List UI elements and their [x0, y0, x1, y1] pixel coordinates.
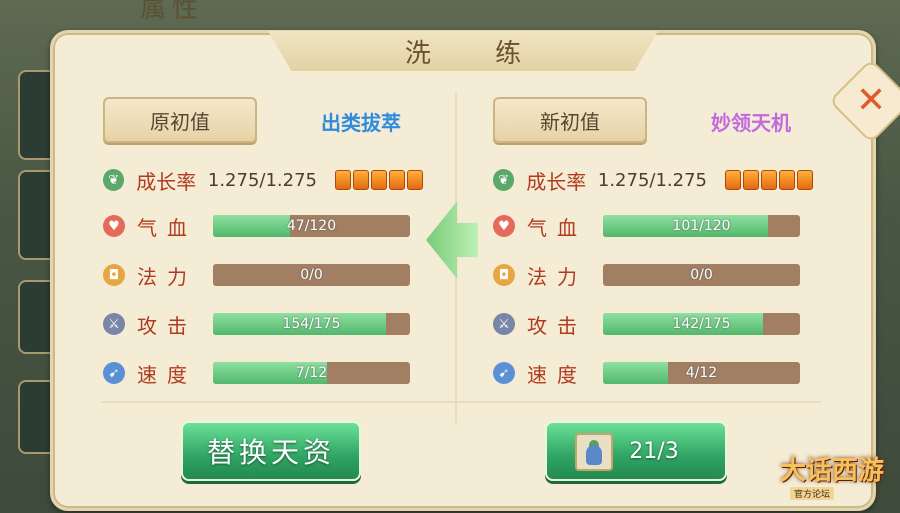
growth-row: ❦ 成长率 1.275/1.275 [103, 165, 423, 195]
close-icon: ✕ [855, 79, 887, 121]
game-logo-sub: 官方论坛 [790, 487, 835, 500]
sword-icon: ⚔ [103, 313, 125, 335]
refine-count-button[interactable]: 21/3 [545, 421, 727, 481]
star-icon [743, 170, 759, 190]
stat-bar: 142/175 [603, 313, 800, 335]
stat-label: 速度 [137, 362, 197, 387]
stat-label: 速度 [527, 362, 587, 387]
stat-label: 攻击 [137, 313, 197, 338]
star-icon [389, 170, 405, 190]
growth-label: 成长率 [526, 169, 587, 194]
stat-row-hp: ♥ 气血 101/120 [493, 211, 813, 241]
original-values-button[interactable]: 原初值 [103, 97, 257, 143]
stat-label: 法力 [137, 264, 197, 289]
stat-value: 142/175 [672, 316, 731, 332]
stat-row-speed: ➹ 速度 4/12 [493, 358, 813, 388]
mana-icon: ◘ [493, 264, 515, 286]
speed-icon: ➹ [493, 362, 515, 384]
stat-label: 攻击 [527, 313, 587, 338]
stat-row-speed: ➹ 速度 7/12 [103, 358, 423, 388]
stat-bar: 0/0 [603, 264, 800, 286]
refine-dialog: 洗 练 原初值 出类拔萃 ❦ 成长率 1.275/1.275 ♥ 气血 47/1… [50, 30, 900, 511]
growth-stars [335, 170, 423, 190]
star-icon [761, 170, 777, 190]
background-title: 属性 [140, 0, 205, 24]
original-grade: 出类拔萃 [321, 111, 401, 135]
game-logo: 大话西游 [780, 456, 885, 486]
stat-label: 气血 [527, 215, 587, 240]
replace-aptitude-button[interactable]: 替换天资 [181, 421, 361, 481]
star-icon [407, 170, 423, 190]
stat-bar: 47/120 [213, 215, 410, 237]
close-button[interactable]: ✕ [828, 58, 900, 144]
star-icon [353, 170, 369, 190]
stat-label: 法力 [527, 264, 587, 289]
growth-label: 成长率 [136, 169, 197, 194]
stat-bar: 4/12 [603, 362, 800, 384]
stat-value: 47/120 [286, 218, 337, 234]
speed-icon: ➹ [103, 362, 125, 384]
title-banner: 洗 练 [268, 31, 658, 71]
stat-value: 154/175 [282, 316, 341, 332]
stat-bar: 7/12 [213, 362, 410, 384]
stat-bar: 0/0 [213, 264, 410, 286]
star-icon [797, 170, 813, 190]
potion-icon [575, 433, 613, 471]
stat-row-mp: ◘ 法力 0/0 [493, 260, 813, 290]
growth-row: ❦ 成长率 1.275/1.275 [493, 165, 813, 195]
stat-bar: 154/175 [213, 313, 410, 335]
stat-value: 101/120 [672, 218, 731, 234]
star-icon [335, 170, 351, 190]
new-grade: 妙领天机 [711, 111, 791, 135]
refine-count: 21/3 [629, 438, 679, 464]
star-icon [779, 170, 795, 190]
stat-value: 0/0 [690, 267, 713, 283]
transfer-arrow-icon[interactable] [426, 201, 478, 279]
growth-value: 1.275/1.275 [207, 169, 317, 191]
sword-icon: ⚔ [493, 313, 515, 335]
stat-row-hp: ♥ 气血 47/120 [103, 211, 423, 241]
stat-value: 4/12 [685, 365, 718, 381]
stat-row-attack: ⚔ 攻击 142/175 [493, 309, 813, 339]
star-icon [371, 170, 387, 190]
leaf-icon: ❦ [103, 169, 125, 191]
stat-value: 7/12 [295, 365, 328, 381]
mana-icon: ◘ [103, 264, 125, 286]
stat-row-attack: ⚔ 攻击 154/175 [103, 309, 423, 339]
stat-label: 气血 [137, 215, 197, 240]
stat-row-mp: ◘ 法力 0/0 [103, 260, 423, 290]
growth-stars [725, 170, 813, 190]
star-icon [725, 170, 741, 190]
leaf-icon: ❦ [493, 169, 515, 191]
growth-value: 1.275/1.275 [597, 169, 707, 191]
stat-value: 0/0 [300, 267, 323, 283]
new-values-button[interactable]: 新初值 [493, 97, 647, 143]
heart-icon: ♥ [103, 215, 125, 237]
stat-bar: 101/120 [603, 215, 800, 237]
heart-icon: ♥ [493, 215, 515, 237]
bottom-divider [101, 401, 821, 403]
dialog-title: 洗 练 [404, 38, 550, 69]
